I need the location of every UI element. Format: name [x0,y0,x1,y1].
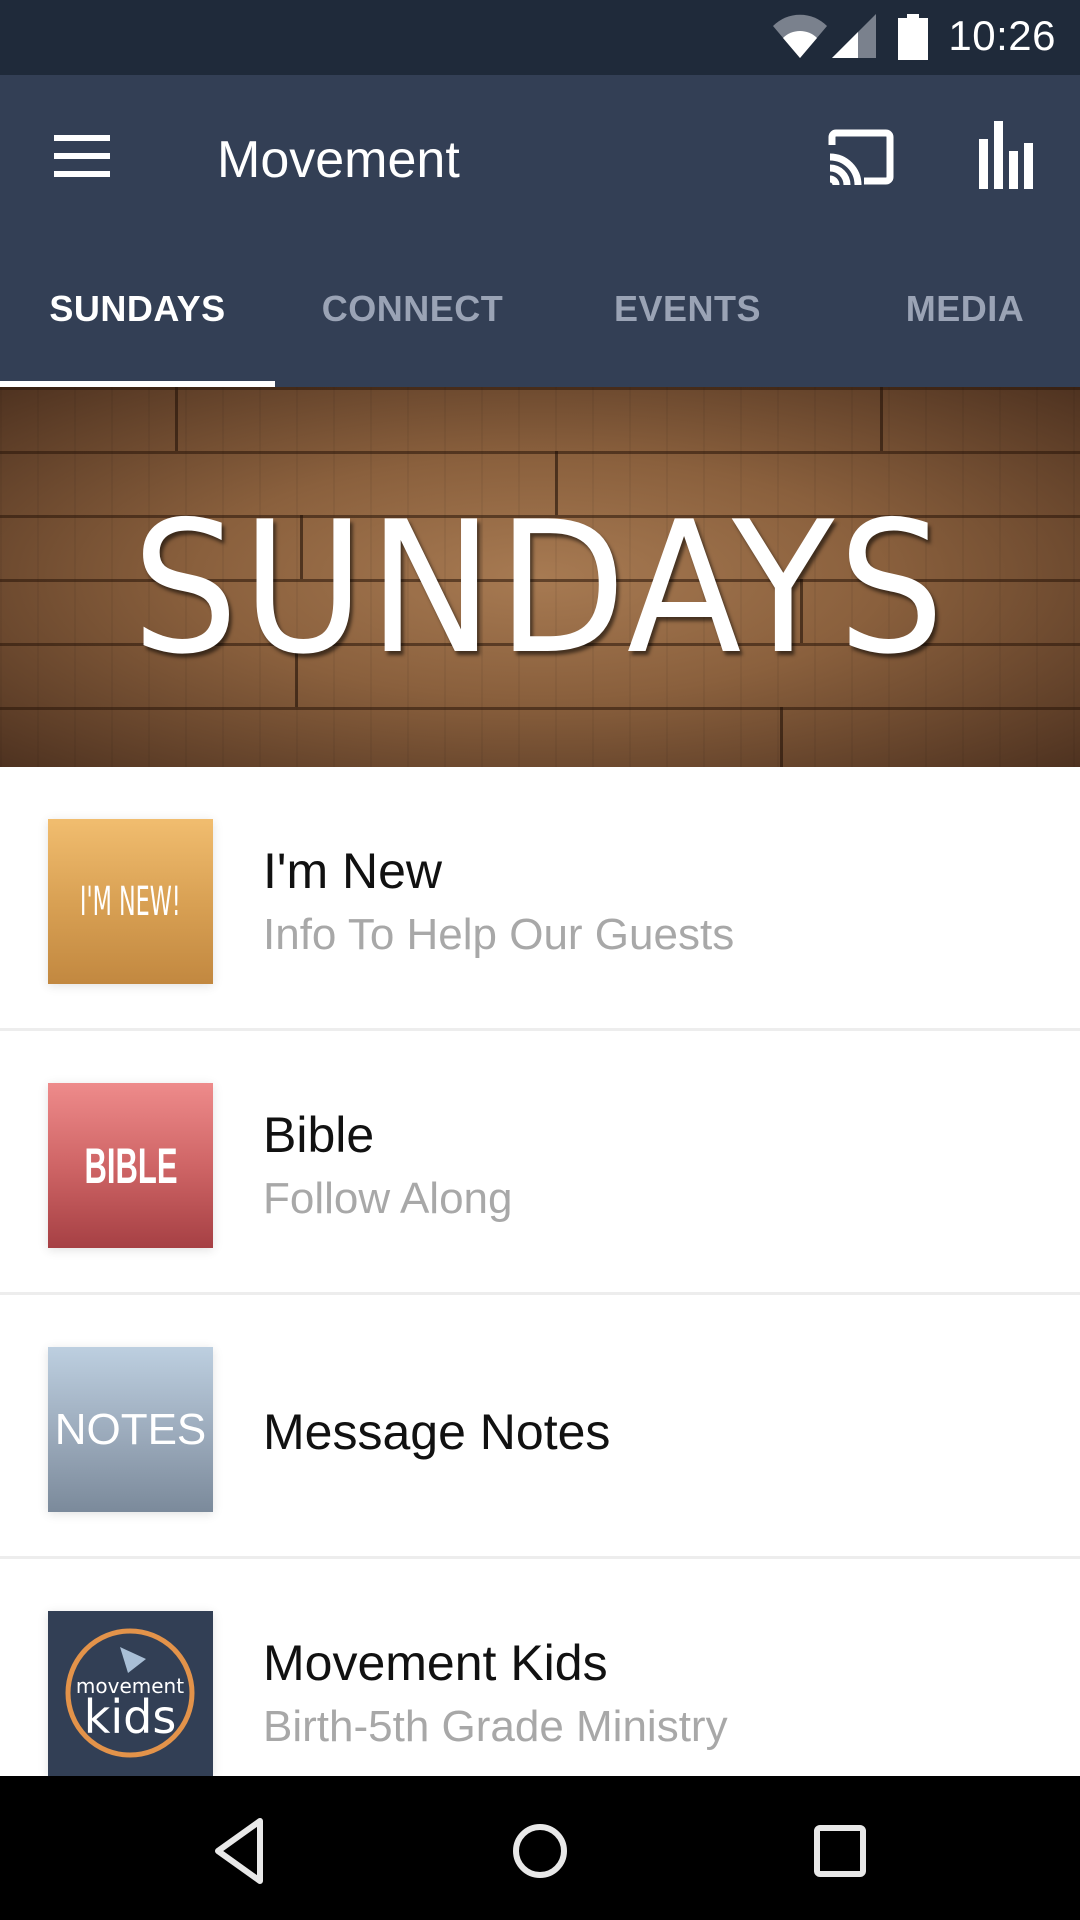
clock: 10:26 [948,12,1056,59]
bar-chart-icon[interactable] [976,119,1036,189]
list-item-bible[interactable]: BIBLE Bible Follow Along [0,1031,1080,1295]
status-bar: 10:26 [0,0,1080,75]
sundays-banner: SUNDAYS [0,387,1080,767]
tab-bar: SUNDAYS CONNECT EVENTS MEDIA [0,230,1080,387]
sunday-list: I'M NEW! I'm New Info To Help Our Guests… [0,767,1080,1823]
banner-title: SUNDAYS [132,482,948,694]
system-nav-bar [0,1776,1080,1920]
tab-media[interactable]: MEDIA [830,230,1080,387]
list-item-title: Movement Kids [263,1635,608,1691]
battery-icon [898,14,928,60]
cellular-signal-icon [832,14,876,58]
movement-kids-thumbnail: movement kids [48,1611,213,1776]
recents-icon[interactable] [800,1811,880,1891]
home-icon[interactable] [500,1811,580,1891]
app-bar: Movement SUNDAYS CONNECT EVENTS MEDIA [0,75,1080,387]
thumbnail-label: NOTES [54,1404,207,1454]
list-item-title: I'm New [263,843,443,899]
notes-thumbnail: NOTES [48,1347,213,1512]
app-title: Movement [217,131,460,189]
tab-events[interactable]: EVENTS [550,230,825,387]
thumbnail-label: I'M NEW! [80,878,181,925]
thumbnail-label: BIBLE [84,1137,177,1194]
tab-connect[interactable]: CONNECT [275,230,550,387]
list-item-title: Bible [263,1107,375,1163]
hamburger-menu-icon[interactable] [54,135,110,177]
cast-icon[interactable] [826,125,896,189]
movement-kids-logo: movement kids [65,1628,195,1758]
list-item-im-new[interactable]: I'M NEW! I'm New Info To Help Our Guests [0,767,1080,1031]
logo-text-bottom: kids [84,1690,177,1744]
list-item-subtitle: Follow Along [263,1174,513,1223]
list-item-message-notes[interactable]: NOTES Message Notes [0,1295,1080,1559]
list-item-title: Message Notes [263,1404,611,1460]
wifi-icon [773,14,827,58]
list-item-subtitle: Birth-5th Grade Ministry [263,1702,728,1751]
back-icon[interactable] [200,1811,280,1891]
bible-thumbnail: BIBLE [48,1083,213,1248]
list-item-subtitle: Info To Help Our Guests [263,910,735,959]
im-new-thumbnail: I'M NEW! [48,819,213,984]
tab-sundays[interactable]: SUNDAYS [0,230,275,387]
